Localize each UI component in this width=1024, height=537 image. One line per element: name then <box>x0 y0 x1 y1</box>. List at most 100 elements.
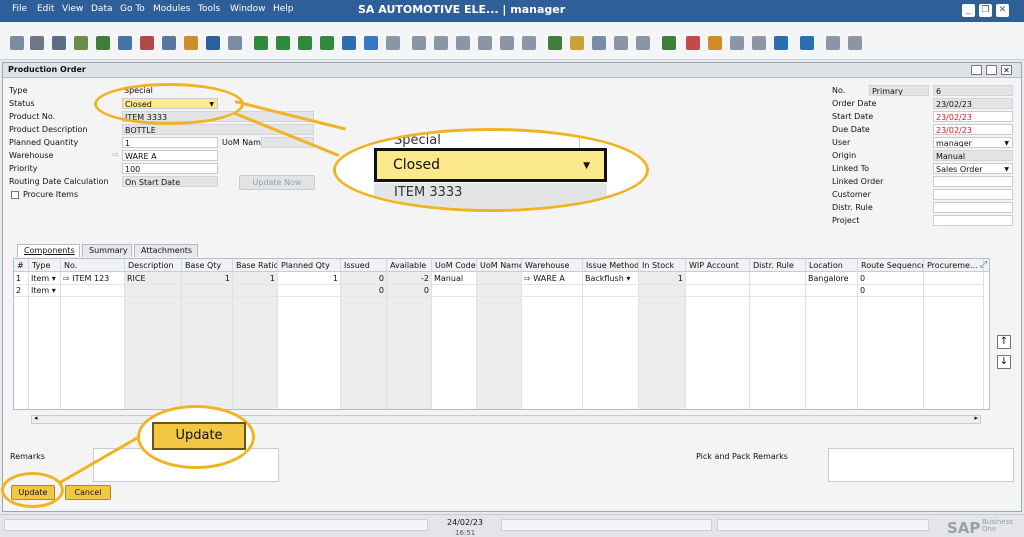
user-icon[interactable] <box>752 36 766 50</box>
grid-cell[interactable] <box>583 285 639 297</box>
column-header-[interactable]: # <box>14 259 29 272</box>
due-date-field[interactable]: 23/02/23 <box>933 124 1013 135</box>
globe-icon[interactable] <box>774 36 788 50</box>
prev-record-icon[interactable] <box>276 36 290 50</box>
column-header-planned-qty[interactable]: Planned Qty <box>278 259 341 272</box>
scroll-left-icon[interactable]: ◂ <box>34 414 38 422</box>
menu-data[interactable]: Data <box>91 4 113 14</box>
sort-icon[interactable] <box>386 36 400 50</box>
move-row-up-icon[interactable]: ↑ <box>997 335 1011 349</box>
report-icon[interactable] <box>522 36 536 50</box>
grid-cell[interactable]: 0 <box>341 273 387 285</box>
column-header-base-ratio[interactable]: Base Ratio <box>233 259 278 272</box>
numbering-series-field[interactable]: Primary <box>869 85 929 96</box>
grid-cell[interactable] <box>61 285 125 297</box>
menu-view[interactable]: View <box>62 4 83 14</box>
grid-cell[interactable] <box>182 285 233 297</box>
pick-pack-remarks-textarea[interactable] <box>828 448 1014 482</box>
logoff-icon[interactable] <box>848 36 862 50</box>
chart-icon[interactable] <box>500 36 514 50</box>
grid-cell[interactable] <box>125 285 182 297</box>
restore-button[interactable]: ❐ <box>979 4 992 17</box>
grid-cell[interactable]: Item ▾ <box>29 285 61 297</box>
next-record-icon[interactable] <box>298 36 312 50</box>
minimize-button[interactable]: _ <box>962 4 975 17</box>
form-settings-icon[interactable]: ⤢ <box>980 260 987 270</box>
planned-qty-field[interactable]: 1 <box>122 137 218 148</box>
user-dropdown[interactable]: manager ▼ <box>933 137 1013 148</box>
grid-cell[interactable] <box>750 273 806 285</box>
window-close-icon[interactable]: ✕ <box>1001 65 1012 75</box>
linked-to-dropdown[interactable]: Sales Order ▼ <box>933 163 1013 174</box>
grid-cell[interactable] <box>477 285 522 297</box>
column-header-in-stock[interactable]: In Stock <box>639 259 686 272</box>
menu-modules[interactable]: Modules <box>153 4 190 14</box>
layout-icon[interactable] <box>708 36 722 50</box>
grid-cell[interactable]: 1 <box>278 273 341 285</box>
pdf-icon[interactable] <box>140 36 154 50</box>
column-header-available[interactable]: Available <box>387 259 432 272</box>
grid-cell[interactable] <box>522 285 583 297</box>
email-icon[interactable] <box>52 36 66 50</box>
grid-cell[interactable]: Bangalore <box>806 273 858 285</box>
grid-cell[interactable]: Backflush ▾ <box>583 273 639 285</box>
find-icon[interactable] <box>206 36 220 50</box>
move-row-down-icon[interactable]: ↓ <box>997 355 1011 369</box>
column-header-distr-rule[interactable]: Distr. Rule <box>750 259 806 272</box>
distr-rule-field[interactable] <box>933 202 1013 213</box>
column-header-procureme[interactable]: Procureme... <box>924 259 984 272</box>
linked-order-field[interactable] <box>933 176 1013 187</box>
column-header-uom-name[interactable]: UoM Name <box>477 259 522 272</box>
alert-icon[interactable] <box>686 36 700 50</box>
scroll-right-icon[interactable]: ▸ <box>974 414 978 422</box>
column-header-base-qty[interactable]: Base Qty <box>182 259 233 272</box>
grid-cell[interactable]: 0 <box>858 285 924 297</box>
grid-cell[interactable] <box>806 285 858 297</box>
grid-cell[interactable]: RICE <box>125 273 182 285</box>
menu-window[interactable]: Window <box>230 4 266 14</box>
cancel-button[interactable]: Cancel <box>65 485 111 500</box>
column-header-type[interactable]: Type <box>29 259 61 272</box>
window-restore-icon[interactable] <box>986 65 997 75</box>
chat-icon[interactable] <box>636 36 650 50</box>
origin-field[interactable]: Manual <box>933 150 1013 161</box>
calendar-icon[interactable] <box>662 36 676 50</box>
tab-components[interactable]: Components <box>17 244 80 257</box>
paste-icon[interactable] <box>434 36 448 50</box>
help-icon[interactable] <box>800 36 814 50</box>
start-date-field[interactable]: 23/02/23 <box>933 111 1013 122</box>
tab-summary[interactable]: Summary <box>82 244 132 257</box>
print-icon[interactable] <box>30 36 44 50</box>
menu-file[interactable]: File <box>12 4 27 14</box>
column-header-issue-method[interactable]: Issue Method <box>583 259 639 272</box>
order-date-field[interactable]: 23/02/23 <box>933 98 1013 109</box>
grid-cell[interactable] <box>278 285 341 297</box>
grid-cell[interactable] <box>432 285 477 297</box>
grid-cell[interactable]: 0 <box>858 273 924 285</box>
procure-items-checkbox[interactable] <box>11 191 19 199</box>
message-icon[interactable] <box>614 36 628 50</box>
grid-cell[interactable]: 0 <box>341 285 387 297</box>
trigger-icon[interactable] <box>478 36 492 50</box>
warehouse-field[interactable]: WARE A <box>122 150 218 161</box>
update-now-button[interactable]: Update Now <box>239 175 315 190</box>
edit-icon[interactable] <box>548 36 562 50</box>
add-icon[interactable] <box>570 36 584 50</box>
column-header-uom-code[interactable]: UoM Code <box>432 259 477 272</box>
column-header-warehouse[interactable]: Warehouse <box>522 259 583 272</box>
menu-help[interactable]: Help <box>273 4 294 14</box>
grid-cell[interactable]: Item ▾ <box>29 273 61 285</box>
menu-edit[interactable]: Edit <box>37 4 54 14</box>
grid-cell[interactable]: 1 <box>233 273 278 285</box>
grid-cell[interactable]: 1 <box>182 273 233 285</box>
grid-cell[interactable] <box>686 285 750 297</box>
grid-cell[interactable]: 1 <box>639 273 686 285</box>
column-header-issued[interactable]: Issued <box>341 259 387 272</box>
grid-cell[interactable] <box>233 285 278 297</box>
column-header-route-sequence[interactable]: Route Sequence <box>858 259 924 272</box>
duplicate-icon[interactable] <box>456 36 470 50</box>
org-icon[interactable] <box>730 36 744 50</box>
priority-field[interactable]: 100 <box>122 163 218 174</box>
project-field[interactable] <box>933 215 1013 226</box>
note-icon[interactable] <box>592 36 606 50</box>
